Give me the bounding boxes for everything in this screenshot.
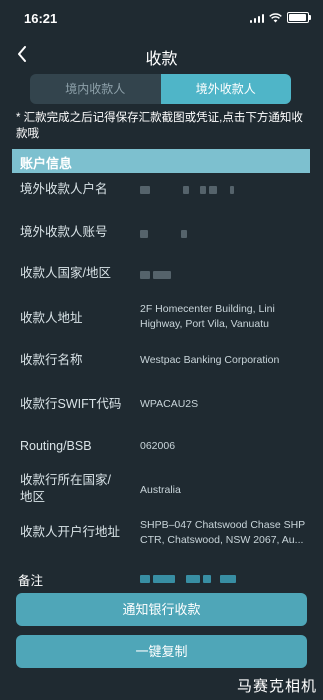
remark-label: 备注 [18, 574, 44, 588]
row-label: 收款人国家/地区 [20, 266, 111, 280]
notify-bank-button[interactable]: 通知银行收款 [16, 593, 307, 626]
notice-text: * 汇款完成之后记得保存汇款截图或凭证,点击下方通知收款哦 [16, 112, 303, 140]
row-label: 收款行所在国家/地区 [20, 473, 111, 504]
nav-bar: 收款 [0, 40, 323, 68]
row-value-masked [140, 184, 310, 199]
row-value: SHPB–047 Chatswood Chase SHP CTR, Chatsw… [140, 519, 305, 546]
row-value-masked [140, 228, 310, 243]
row-label: 收款行名称 [20, 353, 83, 367]
watermark-text: 马赛克相机 [236, 678, 317, 695]
tab-overseas-payee[interactable]: 境外收款人 [160, 74, 291, 104]
row-value: 062006 [140, 440, 176, 452]
row-value: 2F Homecenter Building, Lini Highway, Po… [140, 303, 275, 330]
tab-domestic-payee[interactable]: 境内收款人 [30, 74, 161, 104]
row-label: 收款行SWIFT代码 [20, 397, 122, 411]
status-icons [249, 12, 311, 23]
signal-icon [249, 13, 264, 23]
row-label: 境外收款人户名 [20, 182, 108, 196]
tab-bar: 境内收款人 境外收款人 [30, 74, 291, 104]
row-value: Australia [140, 484, 181, 496]
section-title: 账户信息 [20, 156, 73, 171]
section-header: 账户信息 [12, 149, 310, 173]
battery-icon [287, 12, 311, 23]
row-label: Routing/BSB [20, 439, 92, 453]
status-bar: 16:21 [0, 0, 323, 34]
copy-all-button[interactable]: 一键复制 [16, 635, 307, 668]
row-label: 境外收款人账号 [20, 225, 108, 239]
page-title: 收款 [145, 51, 178, 68]
remark-value-masked [140, 570, 239, 588]
row-value-masked [140, 269, 310, 284]
row-label: 收款人地址 [20, 311, 83, 325]
row-label: 收款人开户行地址 [20, 525, 121, 539]
row-value: Westpac Banking Corporation [140, 354, 280, 366]
wifi-icon [269, 12, 282, 22]
row-value: WPACAU2S [140, 398, 199, 410]
status-time: 16:21 [24, 11, 58, 26]
